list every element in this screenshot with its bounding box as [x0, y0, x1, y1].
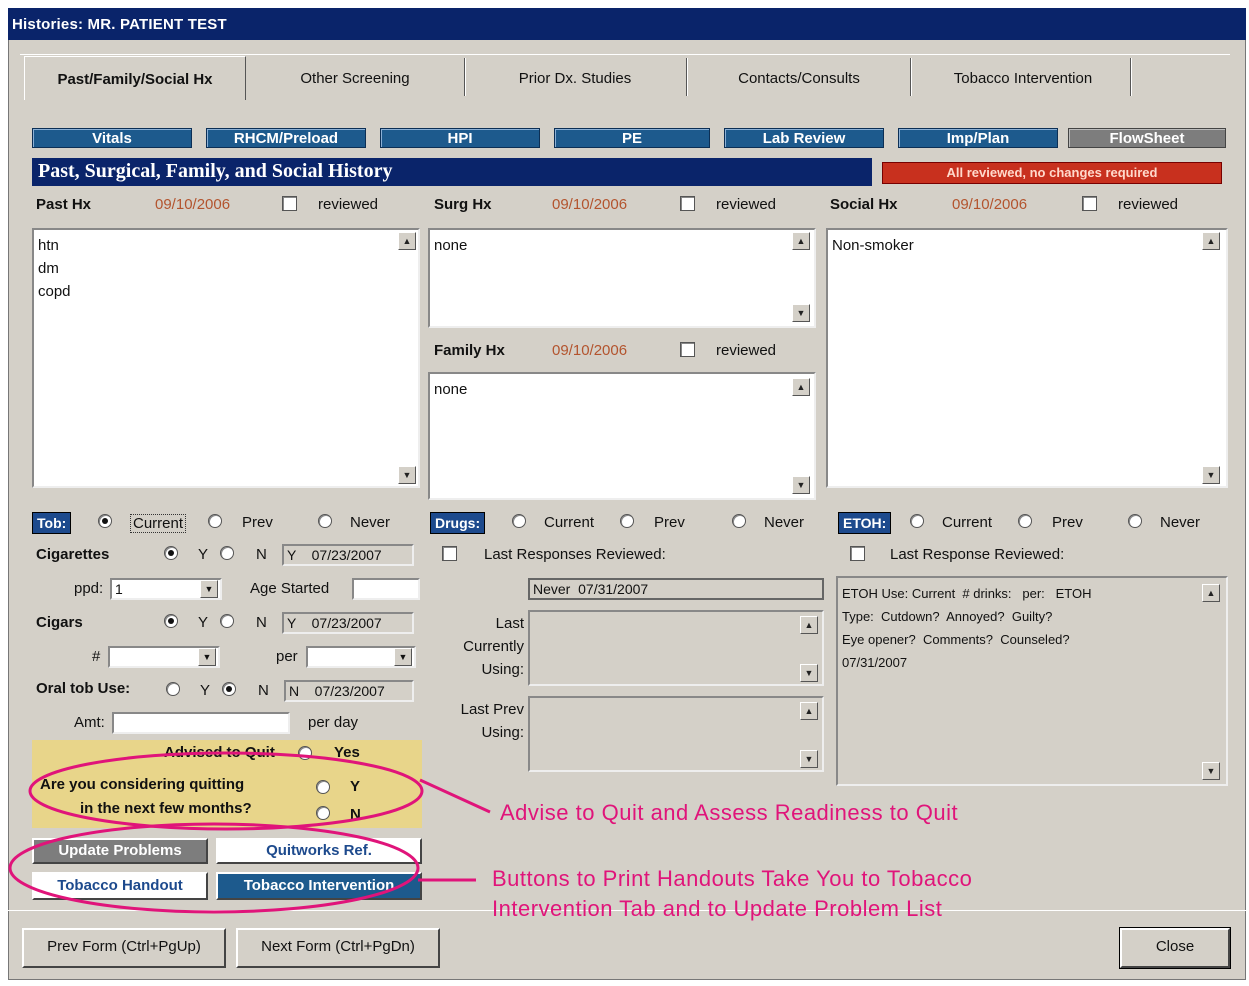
- buttons-ellipse: [8, 822, 420, 914]
- annotation-buttons-line2: Intervention Tab and to Update Problem L…: [492, 896, 943, 921]
- annotation-overlay: [8, 751, 491, 914]
- annotation-advise: Advise to Quit and Assess Readiness to Q…: [500, 800, 959, 825]
- annotation-buttons-line1: Buttons to Print Handouts Take You to To…: [492, 866, 973, 891]
- advise-ellipse: [28, 751, 424, 831]
- advise-connector: [419, 778, 491, 814]
